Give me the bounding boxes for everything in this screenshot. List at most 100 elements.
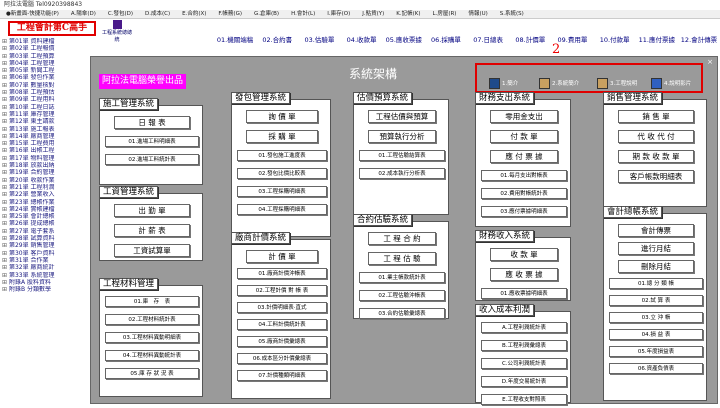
group-button[interactable]: 02.工程計價 對 帳 表: [237, 285, 327, 296]
group-button[interactable]: 03.工程採購明細表: [237, 186, 327, 197]
sidebar-item[interactable]: 第17單 物料管理: [0, 155, 96, 162]
topnav-item[interactable]: 11.應付票據: [636, 34, 678, 46]
menu-item[interactable]: D.成本(C): [139, 10, 176, 18]
sidebar-item[interactable]: 第04單 工程管理: [0, 60, 96, 67]
group-button[interactable]: 01.庫 存 表: [105, 296, 199, 307]
header-icon-button[interactable]: 4.說明影片: [651, 76, 691, 90]
group-button[interactable]: 04.工程採購明細表: [237, 204, 327, 215]
group-button[interactable]: 05.年度損益表: [609, 346, 703, 357]
sidebar-item[interactable]: 第07單 數量核對: [0, 82, 96, 89]
group-button[interactable]: 應 收 票 據: [490, 268, 558, 281]
sidebar-item[interactable]: 第19單 合約管理: [0, 169, 96, 176]
sidebar-item[interactable]: 第12單 東主請款: [0, 118, 96, 125]
sidebar-item[interactable]: 第27單 電子套系: [0, 228, 96, 235]
close-icon[interactable]: ×: [707, 58, 713, 66]
system-toolbar-button[interactable]: 工程系統總總統: [102, 20, 132, 43]
topnav-item[interactable]: 10.付款單: [594, 34, 636, 46]
group-button[interactable]: 02.試 算 表: [609, 295, 703, 306]
group-button[interactable]: 會計傳票: [618, 224, 694, 237]
group-button[interactable]: 零用金支出: [490, 110, 558, 123]
sidebar-item[interactable]: 第06單 發包作業: [0, 74, 96, 81]
sidebar-item[interactable]: 第09單 工程用料: [0, 96, 96, 103]
header-icon-button[interactable]: 2.系統簡介: [539, 76, 579, 90]
sidebar-item[interactable]: 第05單 新聞工程: [0, 67, 96, 74]
sidebar-item[interactable]: 第22單 營業收入: [0, 191, 96, 198]
header-icon-button[interactable]: 1.簡介: [489, 76, 518, 90]
sidebar-item[interactable]: 第33單 系統管理: [0, 272, 96, 279]
group-button[interactable]: 01.發包施工進度表: [237, 150, 327, 161]
header-icon-button[interactable]: 3.工程說明: [597, 76, 637, 90]
sidebar-item[interactable]: 第16單 出帳工程: [0, 147, 96, 154]
sidebar-item[interactable]: 第26單 提成總帳: [0, 220, 96, 227]
group-button[interactable]: 07.計價種類明細表: [237, 370, 327, 381]
group-button[interactable]: 工資試算單: [114, 244, 190, 257]
group-button[interactable]: 05.庫 存 狀 況 表: [105, 368, 199, 379]
group-button[interactable]: 03.合約估驗彙總表: [359, 308, 445, 319]
menu-item[interactable]: L.房屋(R): [427, 10, 463, 18]
group-button[interactable]: 期 款 收 款 單: [618, 150, 694, 163]
group-button[interactable]: 收 款 單: [490, 248, 558, 261]
group-button[interactable]: 01.總 分 類 帳: [609, 278, 703, 289]
sidebar-item[interactable]: 第31單 合作業: [0, 257, 96, 264]
sidebar-item[interactable]: 第20單 收款作業: [0, 177, 96, 184]
group-button[interactable]: E.工程收支對照表: [481, 394, 567, 405]
group-button[interactable]: 刪除月結: [618, 260, 694, 273]
group-button[interactable]: 01.廠商計價沖帳表: [237, 268, 327, 279]
group-button[interactable]: 應 付 票 據: [490, 150, 558, 163]
menu-item[interactable]: J.點貨(Y): [356, 10, 390, 18]
group-button[interactable]: 01.應收票據明細表: [481, 288, 567, 299]
menu-item[interactable]: K.記帳(K): [390, 10, 426, 18]
group-button[interactable]: 預算執行分析: [368, 130, 436, 143]
sidebar-item[interactable]: 第30單 客戶資料: [0, 250, 96, 257]
sidebar-item[interactable]: 第01單 資料建檔: [0, 38, 96, 45]
topnav-item[interactable]: 06.採購單: [425, 34, 467, 46]
menu-item[interactable]: S.系統(S): [494, 10, 530, 18]
group-button[interactable]: 02.發包比價比較表: [237, 168, 327, 179]
group-button[interactable]: 01.工程估驗結算表: [359, 150, 445, 161]
sidebar-item[interactable]: 第11單 庫存管理: [0, 111, 96, 118]
sidebar-item[interactable]: 第03單 工程預算: [0, 53, 96, 60]
menu-item[interactable]: 情報(U): [462, 10, 493, 18]
topnav-item[interactable]: 05.應收票據: [383, 34, 425, 46]
sidebar-item[interactable]: 第14單 廠商管理: [0, 133, 96, 140]
topnav-item[interactable]: 07.日總表: [467, 34, 509, 46]
group-button[interactable]: 06.成本區分計價彙總表: [237, 353, 327, 364]
group-button[interactable]: D.年度交易統計表: [481, 376, 567, 387]
sidebar-item[interactable]: 第32單 廠商統計: [0, 264, 96, 271]
sidebar-item[interactable]: 第02單 工程報價: [0, 45, 96, 52]
group-button[interactable]: 01.每月支出對帳表: [481, 170, 567, 181]
sidebar-item[interactable]: 第18單 放款出納: [0, 162, 96, 169]
group-button[interactable]: 04.工程材料異動統計表: [105, 350, 199, 361]
group-button[interactable]: 02.工程估驗沖帳表: [359, 290, 445, 301]
group-button[interactable]: 工 程 估 驗: [368, 252, 436, 265]
group-button[interactable]: 採 購 單: [246, 130, 318, 143]
group-button[interactable]: 03.工程材料異動明細表: [105, 332, 199, 343]
sidebar-item[interactable]: 第23單 總帳作業: [0, 199, 96, 206]
menu-item[interactable]: G.倉庫(B): [248, 10, 285, 18]
topnav-item[interactable]: 04.收款單: [341, 34, 383, 46]
group-button[interactable]: 01.進場工料明細表: [105, 136, 199, 147]
group-button[interactable]: 工程估價與預算: [368, 110, 436, 123]
sidebar-item[interactable]: 第08單 工程預估: [0, 89, 96, 96]
group-button[interactable]: C.公司利潤統計表: [481, 358, 567, 369]
group-button[interactable]: 詢 價 單: [246, 110, 318, 123]
sidebar-item[interactable]: 第24單 實帳建檔: [0, 206, 96, 213]
group-button[interactable]: 03.計價明細表‧直式: [237, 302, 327, 313]
topnav-item[interactable]: 02.合約書: [256, 34, 298, 46]
group-button[interactable]: 02.進場工料統計表: [105, 154, 199, 165]
menu-item[interactable]: F.帳務(G): [212, 10, 248, 18]
sidebar-item[interactable]: 第10單 工程日誌: [0, 104, 96, 111]
group-button[interactable]: 02.費用對帳統計表: [481, 188, 567, 199]
menu-item[interactable]: E.合約(X): [176, 10, 212, 18]
group-button[interactable]: 05.廠商計價彙總表: [237, 336, 327, 347]
topnav-item[interactable]: 01.機關端稿: [214, 34, 256, 46]
group-button[interactable]: A.工程利潤統計表: [481, 322, 567, 333]
topnav-item[interactable]: 03.估驗單: [298, 34, 340, 46]
group-button[interactable]: 日 報 表: [114, 116, 190, 129]
group-button[interactable]: 03.應付票據明細表: [481, 206, 567, 217]
menu-item[interactable]: A.陽傘(D): [65, 10, 102, 18]
group-button[interactable]: 工 程 合 約: [368, 232, 436, 245]
group-button[interactable]: 計 價 單: [246, 250, 318, 263]
topnav-item[interactable]: 12.會計傳票: [678, 34, 720, 46]
group-button[interactable]: 計 薪 表: [114, 224, 190, 237]
